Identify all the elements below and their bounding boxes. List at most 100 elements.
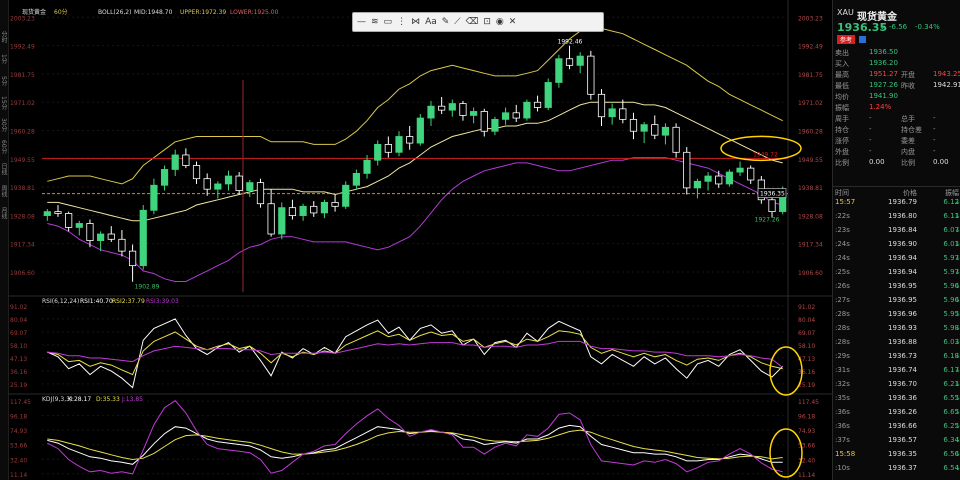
pen-icon[interactable]: ✎ bbox=[442, 17, 450, 27]
candle-body bbox=[523, 101, 531, 119]
quote-field-label: 比例 bbox=[901, 159, 915, 167]
period-button[interactable]: 5分 bbox=[0, 72, 8, 90]
candle-body bbox=[406, 136, 414, 144]
tick-price: 1936.95 bbox=[888, 296, 917, 304]
period-button[interactable]: 分时 bbox=[0, 28, 8, 46]
candle-body bbox=[629, 118, 638, 132]
down-arrow-icon: ↓ bbox=[955, 408, 960, 416]
info-icon[interactable] bbox=[859, 36, 866, 43]
quote-field-label: 振幅 bbox=[835, 104, 849, 112]
candle-body bbox=[43, 211, 51, 216]
candle-body bbox=[310, 205, 318, 214]
candle-body bbox=[128, 250, 137, 267]
candle-body bbox=[416, 117, 424, 144]
down-arrow-icon: ↓ bbox=[955, 394, 960, 402]
lock-icon[interactable]: ⊡ bbox=[483, 17, 491, 27]
y-tick-label-left: 53.66 bbox=[10, 443, 27, 450]
legend-period: 60分 bbox=[54, 8, 68, 16]
y-tick-label-right: 1949.55 bbox=[798, 157, 823, 164]
tick-price: 1936.70 bbox=[888, 380, 917, 388]
y-tick-label-right: 69.07 bbox=[798, 330, 815, 337]
quote-field-value: - bbox=[933, 125, 936, 133]
candle-body bbox=[661, 126, 670, 136]
candle-body bbox=[512, 112, 520, 119]
y-tick-label-left: 117.45 bbox=[10, 399, 31, 406]
down-arrow-icon: ↓ bbox=[955, 422, 960, 430]
tick-header-time: 时间 bbox=[835, 189, 849, 197]
candle-body bbox=[246, 182, 254, 191]
period-button[interactable]: 日线 bbox=[0, 160, 8, 178]
candle-body bbox=[320, 201, 329, 214]
pattern-tool-icon[interactable]: ⋈ bbox=[411, 17, 420, 27]
candle-body bbox=[768, 199, 776, 213]
period-button[interactable]: 15分 bbox=[0, 94, 8, 112]
brush-tool-icon[interactable]: ≋ bbox=[371, 17, 379, 27]
candle-body bbox=[693, 180, 702, 189]
period-button[interactable]: 周线 bbox=[0, 182, 8, 200]
tick-time: :25s bbox=[835, 268, 850, 276]
tick-price: 1936.66 bbox=[888, 422, 917, 430]
candle-body bbox=[118, 238, 126, 252]
y-tick-label-left: 91.02 bbox=[10, 304, 27, 311]
candle-body bbox=[459, 103, 467, 116]
candle-body bbox=[203, 178, 211, 190]
text-tool-icon[interactable]: Aa bbox=[425, 17, 437, 27]
tick-time: :29s bbox=[835, 352, 850, 360]
tick-row: :36s 1936.26 6.65 ↓ bbox=[833, 408, 960, 419]
quote-field-value: - bbox=[933, 147, 936, 155]
down-arrow-icon: ↓ bbox=[955, 380, 960, 388]
candle-body bbox=[597, 93, 606, 118]
y-tick-label-left: 2003.23 bbox=[10, 15, 35, 22]
close-icon[interactable]: ✕ bbox=[509, 17, 517, 27]
y-tick-label-right: 11.14 bbox=[798, 472, 815, 479]
candle-body bbox=[86, 223, 94, 242]
period-button[interactable]: 月线 bbox=[0, 204, 8, 222]
y-tick-label-left: 32.40 bbox=[10, 457, 27, 464]
quote-field-value: 1936.50 bbox=[869, 48, 898, 56]
down-arrow-icon: ↓ bbox=[955, 464, 960, 472]
down-arrow-icon: ↓ bbox=[955, 338, 960, 346]
tick-row: 15:58 1936.35 6.56 ↓ bbox=[833, 450, 960, 461]
candle-body bbox=[715, 175, 723, 185]
candle-body bbox=[470, 111, 478, 116]
eraser-icon[interactable]: ⌫ bbox=[466, 17, 479, 27]
eye-icon[interactable]: ◉ bbox=[496, 17, 504, 27]
quote-field-value: 1951.27 bbox=[869, 70, 898, 78]
down-arrow-icon: ↓ bbox=[955, 240, 960, 248]
tick-price: 1936.80 bbox=[888, 212, 917, 220]
tick-row: :28s 1936.93 5.98 ↓ bbox=[833, 324, 960, 335]
quote-field-label: 持仓 bbox=[835, 126, 849, 134]
quote-field-value: 1936.20 bbox=[869, 59, 898, 67]
shape-tool-icon[interactable]: ▭ bbox=[384, 17, 393, 27]
tick-time: :24s bbox=[835, 254, 850, 262]
candle-body bbox=[672, 126, 680, 153]
candle-body bbox=[480, 111, 488, 132]
chart-area[interactable]: 2003.23 2003.23 1992.49 1992.49 1981.75 1981.… bbox=[8, 0, 832, 480]
quote-field-label: 最高 bbox=[835, 71, 849, 79]
tick-time: :24s bbox=[835, 240, 850, 248]
y-tick-label-left: 80.04 bbox=[10, 317, 27, 324]
period-button[interactable]: 1分 bbox=[0, 50, 8, 68]
tick-row: 15:57 1936.79 6.12 ↓ bbox=[833, 198, 960, 209]
quote-field-label: 昨收 bbox=[901, 82, 915, 90]
period-button[interactable]: 60分 bbox=[0, 138, 8, 156]
line-tool-icon[interactable]: — bbox=[357, 17, 366, 27]
quote-field-label: 持仓差 bbox=[901, 126, 922, 134]
reference-badge[interactable]: 参考 bbox=[837, 35, 856, 44]
candle-body bbox=[182, 154, 190, 166]
y-tick-label-left: 11.14 bbox=[10, 472, 27, 479]
grid-tool-icon[interactable]: ⋮ bbox=[397, 17, 406, 27]
y-tick-label-left: 47.13 bbox=[10, 356, 27, 363]
period-button[interactable]: 30分 bbox=[0, 116, 8, 134]
y-tick-label-right: 1917.34 bbox=[798, 242, 823, 249]
tick-row: :37s 1936.57 6.34 ↓ bbox=[833, 436, 960, 447]
ruler-icon[interactable]: ⟋ bbox=[454, 17, 460, 27]
candle-body bbox=[736, 167, 744, 173]
tick-time: :28s bbox=[835, 310, 850, 318]
low-price-label: 1902.89 bbox=[135, 284, 160, 291]
tick-row: :31s 1936.74 6.17 ↓ bbox=[833, 366, 960, 377]
candle-body bbox=[171, 154, 179, 170]
quote-field-value: 0.00 bbox=[869, 158, 885, 166]
candle-body bbox=[288, 207, 297, 216]
quote-field-value: - bbox=[869, 147, 872, 155]
